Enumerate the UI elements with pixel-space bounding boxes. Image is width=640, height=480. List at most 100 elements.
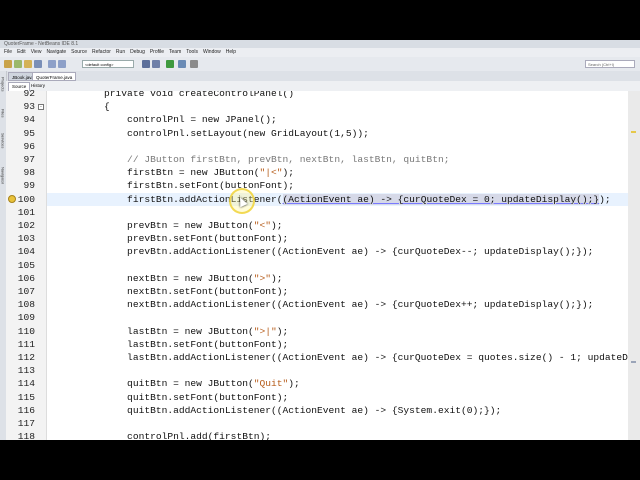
undo-icon[interactable] xyxy=(48,60,56,68)
code-line[interactable] xyxy=(47,259,628,272)
line-number: 117 xyxy=(17,418,35,429)
code-text: nextBtn.addActionListener((ActionEvent a… xyxy=(81,299,594,311)
menu-item-navigate[interactable]: Navigate xyxy=(46,48,66,57)
code-editor[interactable]: private void createControlPanel() { cont… xyxy=(47,91,628,440)
code-text: quitBtn.setFont(buttonFont); xyxy=(81,391,289,403)
files-panel-tab[interactable]: Files xyxy=(1,109,6,117)
build-icon[interactable] xyxy=(142,60,150,68)
hint-bulb-icon[interactable] xyxy=(8,194,16,203)
scrollbar-warning-mark[interactable] xyxy=(631,131,636,133)
code-line[interactable]: controlPnl.add(firstBtn); xyxy=(47,430,628,440)
save-all-icon[interactable] xyxy=(34,60,42,68)
toolbar: <default config> Search (Ctrl+I) xyxy=(0,57,640,72)
code-line[interactable]: quitBtn = new JButton("Quit"); xyxy=(47,377,628,390)
code-line[interactable]: { xyxy=(47,100,628,113)
line-number: 114 xyxy=(17,378,35,390)
debug-icon[interactable] xyxy=(178,60,186,68)
code-line[interactable]: nextBtn = new JButton(">"); xyxy=(47,272,628,285)
redo-icon[interactable] xyxy=(58,60,66,68)
code-line[interactable]: private void createControlPanel() xyxy=(47,91,628,100)
new-file-icon[interactable] xyxy=(14,60,22,68)
code-text: lastBtn = new JButton(">|"); xyxy=(81,325,289,337)
menu-item-window[interactable]: Window xyxy=(203,48,221,57)
line-number: 103 xyxy=(17,233,35,245)
services-panel-tab[interactable]: Services xyxy=(1,133,6,148)
code-line[interactable]: nextBtn.addActionListener((ActionEvent a… xyxy=(47,298,628,311)
code-text: private void createControlPanel() xyxy=(81,91,295,99)
line-number: 93 xyxy=(23,101,35,113)
code-text: nextBtn = new JButton(">"); xyxy=(81,272,283,284)
code-text: lastBtn.addActionListener((ActionEvent a… xyxy=(127,352,628,363)
line-number: 97 xyxy=(23,154,35,165)
menu-item-profile[interactable]: Profile xyxy=(150,48,164,57)
line-number: 95 xyxy=(23,127,35,139)
code-line[interactable] xyxy=(47,206,628,219)
menu-item-team[interactable]: Team xyxy=(169,48,181,57)
line-number: 115 xyxy=(17,391,35,403)
code-text: // JButton firstBtn, prevBtn, nextBtn, l… xyxy=(81,154,450,165)
code-text: controlPnl = new JPanel(); xyxy=(81,114,277,126)
line-number: 100 xyxy=(17,193,35,205)
menu-item-refactor[interactable]: Refactor xyxy=(92,48,111,57)
code-line[interactable] xyxy=(47,140,628,153)
projects-panel-tab[interactable]: Projects xyxy=(1,77,6,91)
code-line[interactable] xyxy=(47,311,628,324)
menu-item-view[interactable]: View xyxy=(31,48,42,57)
profile-icon[interactable] xyxy=(190,60,198,68)
menu-item-tools[interactable]: Tools xyxy=(186,48,198,57)
code-line[interactable]: firstBtn = new JButton("|<"); xyxy=(47,166,628,179)
code-line[interactable]: lastBtn.addActionListener((ActionEvent a… xyxy=(47,351,628,364)
line-number: 92 xyxy=(23,88,35,99)
code-line[interactable]: quitBtn.addActionListener((ActionEvent a… xyxy=(47,404,628,417)
code-line[interactable]: controlPnl.setLayout(new GridLayout(1,5)… xyxy=(47,127,628,140)
new-project-icon[interactable] xyxy=(4,60,12,68)
config-select[interactable]: <default config> xyxy=(82,60,134,68)
line-number: 110 xyxy=(17,325,35,337)
window-title: QuoterFrame - NetBeans IDE 8.1 xyxy=(4,41,79,47)
line-number: 98 xyxy=(23,167,35,179)
line-number: 94 xyxy=(23,114,35,126)
code-line[interactable]: prevBtn.addActionListener((ActionEvent a… xyxy=(47,245,628,258)
code-text: prevBtn = new JButton("<"); xyxy=(81,220,283,231)
code-line[interactable] xyxy=(47,364,628,377)
code-text: lastBtn.setFont(buttonFont); xyxy=(81,338,289,350)
selected-code[interactable]: (ActionEvent ae) -> {curQuoteDex = 0; up… xyxy=(282,193,600,205)
code-text: quitBtn.addActionListener((ActionEvent a… xyxy=(81,404,502,416)
line-number: 116 xyxy=(17,404,35,416)
clean-build-icon[interactable] xyxy=(152,60,160,68)
code-text: prevBtn.addActionListener((ActionEvent a… xyxy=(81,246,594,258)
menu-item-debug[interactable]: Debug xyxy=(130,48,145,57)
navigator-panel-tab[interactable]: Navigator xyxy=(1,167,6,184)
line-number: 109 xyxy=(17,312,35,324)
code-line[interactable]: prevBtn = new JButton("<"); xyxy=(47,219,628,232)
menu-item-help[interactable]: Help xyxy=(226,48,236,57)
editor-scrollbar[interactable] xyxy=(628,91,640,440)
code-line[interactable]: quitBtn.setFont(buttonFont); xyxy=(47,391,628,404)
line-number: 113 xyxy=(17,365,35,377)
code-line[interactable] xyxy=(47,417,628,430)
menu-item-file[interactable]: File xyxy=(4,48,12,57)
scrollbar-position-mark[interactable] xyxy=(631,361,636,363)
code-line[interactable]: controlPnl = new JPanel(); xyxy=(47,113,628,126)
code-line[interactable]: firstBtn.setFont(buttonFont); xyxy=(47,179,628,192)
code-line[interactable]: lastBtn = new JButton(">|"); xyxy=(47,325,628,338)
open-project-icon[interactable] xyxy=(24,60,32,68)
ide-window: QuoterFrame - NetBeans IDE 8.1 File Edit V… xyxy=(0,40,640,440)
code-text: nextBtn.setFont(buttonFont); xyxy=(81,286,289,297)
code-line[interactable]: // JButton firstBtn, prevBtn, nextBtn, l… xyxy=(47,153,628,166)
title-bar: QuoterFrame - NetBeans IDE 8.1 xyxy=(0,40,640,48)
code-line[interactable]: prevBtn.setFont(buttonFont); xyxy=(47,232,628,245)
code-line[interactable]: lastBtn.setFont(buttonFont); xyxy=(47,338,628,351)
code-text: quitBtn = new JButton("Quit"); xyxy=(81,378,300,390)
code-line[interactable]: nextBtn.setFont(buttonFont); xyxy=(47,285,628,298)
code-line[interactable]: firstBtn.addActionListener((ActionEvent … xyxy=(47,192,628,206)
run-icon[interactable] xyxy=(166,60,174,68)
menu-item-run[interactable]: Run xyxy=(116,48,125,57)
menu-item-source[interactable]: Source xyxy=(71,48,87,57)
code-text: { xyxy=(81,101,110,113)
menu-item-edit[interactable]: Edit xyxy=(17,48,26,57)
fold-toggle-icon[interactable]: - xyxy=(38,104,44,111)
search-input[interactable]: Search (Ctrl+I) xyxy=(585,60,635,68)
line-number: 101 xyxy=(17,206,35,218)
tab-quoterframe[interactable]: QuoterFrame.java xyxy=(32,72,77,81)
